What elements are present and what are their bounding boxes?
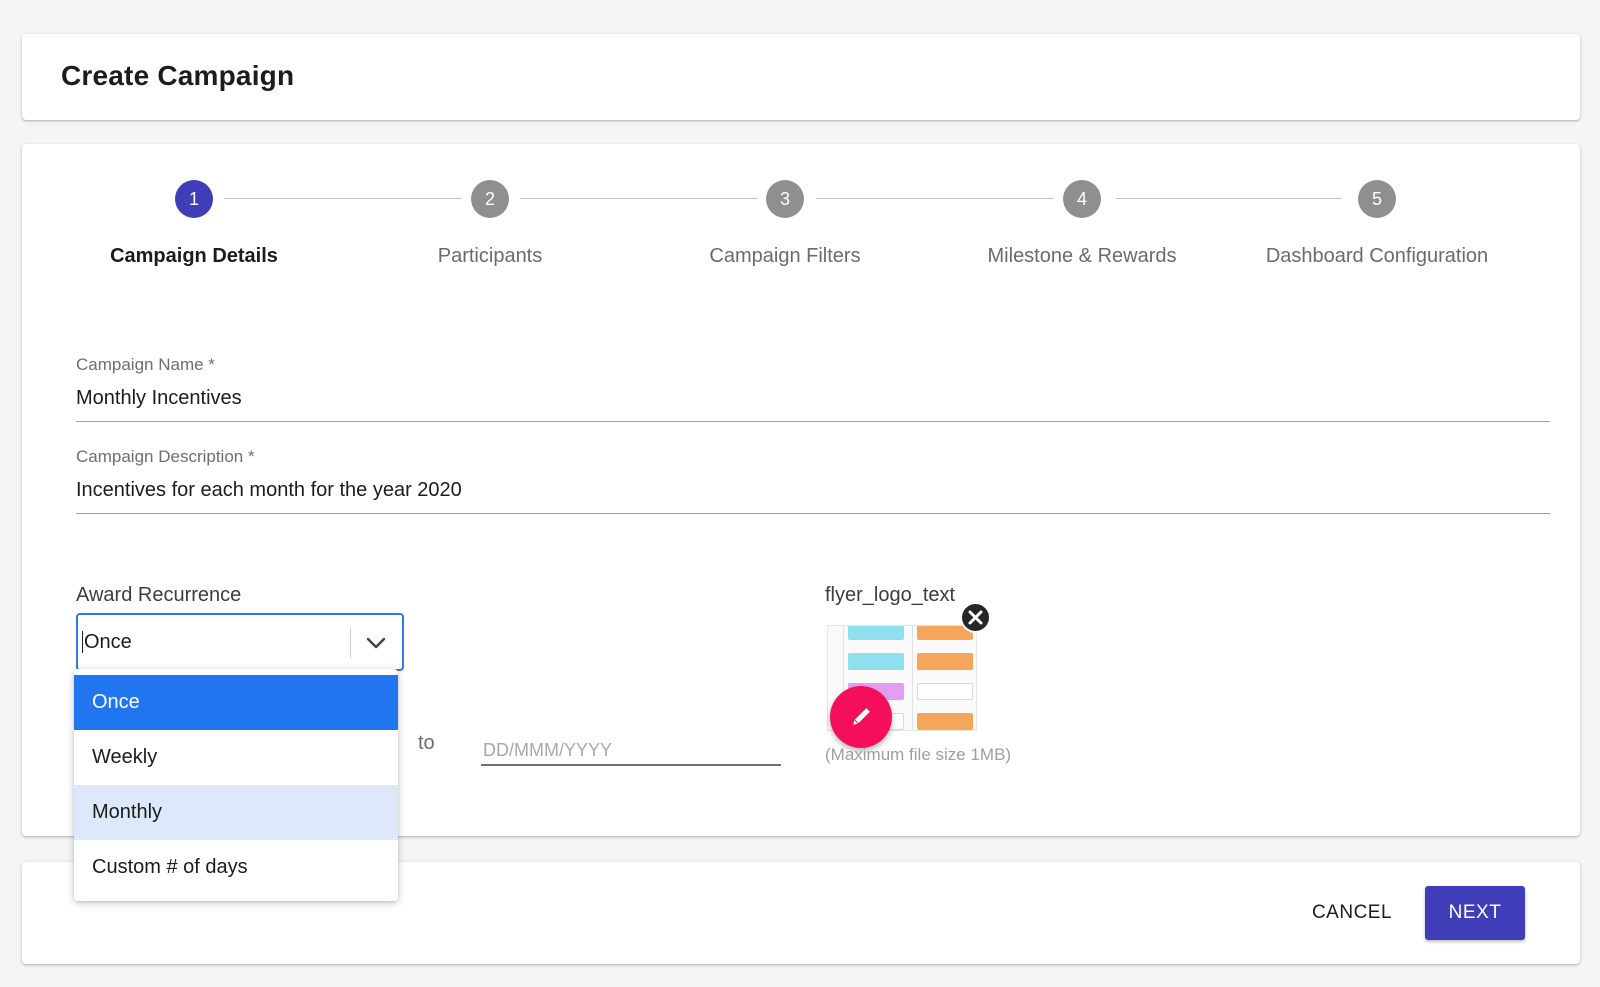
step-label: Campaign Details	[110, 245, 278, 267]
award-recurrence-select[interactable]: Once	[76, 613, 404, 671]
field-underline	[76, 513, 1550, 514]
thumbnail-tile	[917, 683, 973, 700]
field-underline	[76, 421, 1550, 422]
remove-flyer-button[interactable]	[960, 602, 991, 633]
thumbnail-tile	[848, 653, 904, 670]
step-number: 5	[1358, 180, 1396, 218]
step-label: Participants	[437, 245, 543, 267]
award-recurrence-menu: Once Weekly Monthly Custom # of days	[74, 669, 398, 901]
edit-flyer-button[interactable]	[830, 686, 892, 748]
date-range-to-label: to	[418, 732, 435, 754]
step-number: 3	[766, 180, 804, 218]
field-underline	[481, 764, 781, 766]
campaign-description-label: Campaign Description *	[76, 447, 255, 466]
award-recurrence-label: Award Recurrence	[76, 584, 242, 606]
step-campaign-details[interactable]: 1 Campaign Details	[44, 180, 344, 268]
header-card: Create Campaign	[22, 34, 1580, 120]
step-participants[interactable]: 2 Participants	[340, 180, 640, 268]
step-label: Dashboard Configuration	[1265, 245, 1489, 267]
step-number: 1	[175, 180, 213, 218]
end-date-input[interactable]: DD/MMM/YYYY	[481, 732, 781, 766]
menu-option-once[interactable]: Once	[74, 675, 398, 730]
step-campaign-filters[interactable]: 3 Campaign Filters	[635, 180, 935, 268]
menu-option-custom-days[interactable]: Custom # of days	[74, 840, 398, 895]
flyer-label: flyer_logo_text	[825, 584, 956, 606]
step-milestone-rewards[interactable]: 4 Milestone & Rewards	[932, 180, 1232, 268]
page-title: Create Campaign	[61, 60, 295, 91]
campaign-name-label: Campaign Name *	[76, 355, 215, 374]
end-date-placeholder: DD/MMM/YYYY	[483, 740, 613, 760]
next-button[interactable]: NEXT	[1425, 886, 1525, 940]
step-label: Milestone & Rewards	[987, 245, 1177, 267]
close-icon	[968, 610, 983, 625]
thumbnail-tile	[848, 626, 904, 640]
menu-option-monthly[interactable]: Monthly	[74, 785, 398, 840]
step-dashboard-configuration[interactable]: 5 Dashboard Configuration	[1227, 180, 1527, 268]
cancel-button[interactable]: CANCEL	[1306, 892, 1398, 934]
pencil-icon	[853, 708, 870, 725]
step-number: 4	[1063, 180, 1101, 218]
campaign-description-field[interactable]: Campaign Description * Incentives for ea…	[76, 447, 1550, 514]
thumbnail-divider	[912, 626, 913, 730]
menu-option-weekly[interactable]: Weekly	[74, 730, 398, 785]
thumbnail-tile	[917, 653, 973, 670]
campaign-description-input[interactable]: Incentives for each month for the year 2…	[76, 479, 1550, 505]
campaign-name-field[interactable]: Campaign Name * Monthly Incentives	[76, 355, 1550, 422]
chevron-down-icon[interactable]	[359, 628, 393, 658]
campaign-name-input[interactable]: Monthly Incentives	[76, 387, 1550, 413]
step-number: 2	[471, 180, 509, 218]
flyer-size-hint: (Maximum file size 1MB)	[825, 745, 1012, 764]
award-recurrence-value: Once	[82, 631, 132, 653]
step-label: Campaign Filters	[709, 245, 861, 267]
select-divider	[350, 628, 351, 658]
thumbnail-tile	[917, 713, 973, 730]
